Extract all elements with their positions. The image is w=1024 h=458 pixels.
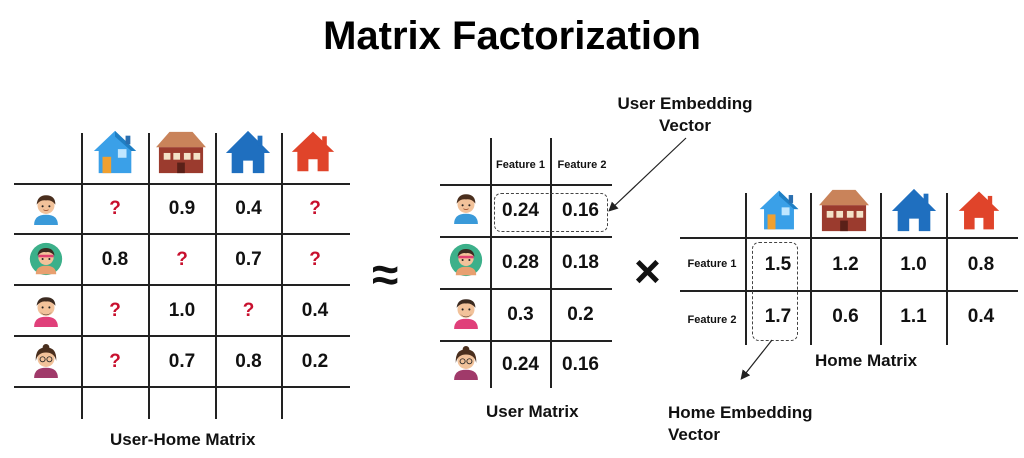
home-matrix-row-header: Feature 2 [687, 314, 737, 326]
home-3-icon [224, 128, 272, 176]
home-matrix-cell: 0.4 [967, 306, 995, 327]
approx-symbol: ≈ [372, 249, 399, 302]
home-embedding-annotation: Home Embedding Vector [668, 402, 813, 446]
user-4-avatar [29, 344, 63, 378]
uh-cell: 0.4 [235, 198, 262, 219]
user-matrix-cell: 0.16 [562, 200, 599, 221]
home-2-icon [151, 128, 211, 176]
user-embedding-annotation: User Embedding Vector [600, 93, 770, 137]
user-2-avatar [449, 243, 483, 277]
home-matrix-row-header: Feature 1 [687, 258, 737, 270]
home-embedding-line-1: Home Embedding [668, 403, 813, 422]
uh-cell: ? [309, 248, 321, 270]
user-matrix-header: Feature 2 [557, 159, 607, 171]
uh-cell: 0.9 [168, 198, 196, 219]
user-matrix-cell: 0.3 [507, 304, 534, 325]
uh-cell: ? [309, 198, 321, 219]
home-matrix-label: Home Matrix [815, 351, 918, 370]
user-4-avatar [449, 346, 483, 380]
home-4-icon [957, 188, 1001, 232]
home-1-icon [91, 128, 139, 176]
user-embedding-arrow [608, 137, 687, 212]
user-matrix-cell: 0.18 [562, 252, 599, 273]
home-matrix-cell: 1.5 [764, 253, 792, 275]
uh-cell: 0.7 [168, 350, 196, 372]
uh-cell: ? [109, 299, 121, 321]
home-embedding-line-2: Vector [668, 425, 720, 444]
uh-cell: 0.4 [301, 299, 329, 321]
home-matrix-cell: 1.7 [764, 306, 792, 327]
user-1-avatar [29, 191, 63, 225]
home-matrix-cell: 1.0 [900, 253, 927, 275]
uh-cell: 0.8 [101, 248, 129, 270]
home-4-icon [290, 128, 336, 174]
user-embedding-line-1: User Embedding [617, 94, 753, 113]
home-embedding-arrow [740, 339, 773, 380]
home-matrix-cell: 1.2 [832, 253, 859, 275]
user-1-avatar [449, 190, 483, 224]
uh-cell: ? [109, 198, 121, 219]
uh-cell: 0.2 [301, 350, 329, 372]
uh-cell: ? [242, 299, 255, 321]
user-home-matrix-label: User-Home Matrix [110, 430, 256, 449]
uh-cell: ? [109, 350, 121, 372]
user-3-avatar [29, 293, 63, 327]
uh-cell: 1.0 [168, 299, 196, 321]
home-3-icon [890, 186, 938, 234]
user-matrix-cell: 0.24 [502, 200, 539, 221]
user-3-avatar [449, 295, 483, 329]
home-2-icon [814, 186, 874, 234]
user-matrix-label: User Matrix [486, 402, 579, 421]
user-matrix-cell: 0.24 [502, 354, 539, 375]
user-matrix-cell: 0.2 [567, 304, 594, 325]
uh-cell: 0.8 [235, 350, 262, 372]
uh-cell: 0.7 [235, 248, 262, 270]
home-matrix-cell: 0.8 [967, 253, 995, 275]
home-matrix-cell: 1.1 [900, 306, 927, 327]
uh-cell: ? [176, 248, 188, 270]
home-1-icon [757, 188, 801, 232]
user-matrix-header: Feature 1 [496, 159, 545, 171]
home-matrix-cell: 0.6 [832, 306, 859, 327]
times-symbol: × [634, 245, 661, 297]
page-title: Matrix Factorization [323, 14, 701, 58]
user-2-avatar [29, 242, 63, 276]
user-matrix-cell: 0.16 [562, 354, 599, 375]
user-embedding-line-2: Vector [659, 116, 711, 135]
user-matrix-cell: 0.28 [502, 252, 539, 273]
